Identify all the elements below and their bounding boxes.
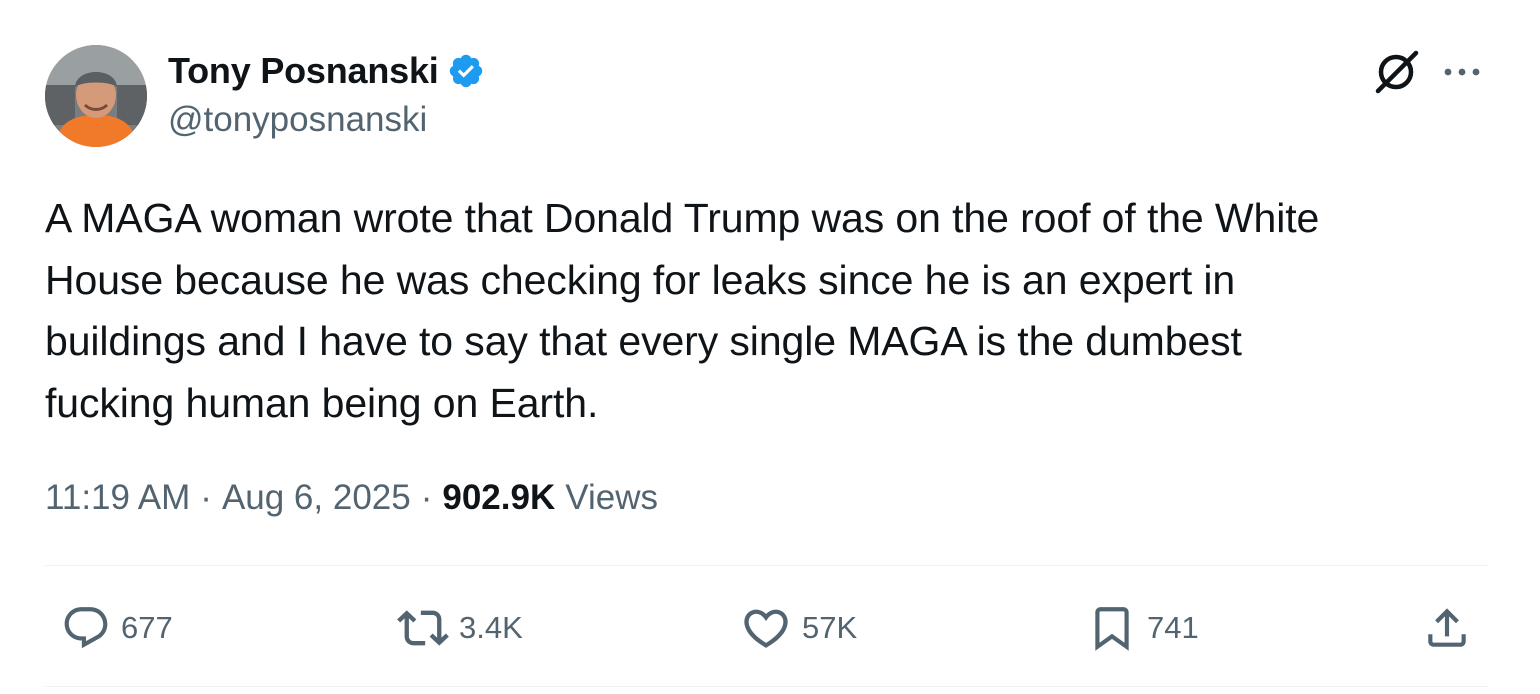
avatar[interactable] — [45, 45, 147, 147]
tweet-card: Tony Posnanski @tonyposnanski A MAGA wom… — [0, 0, 1540, 694]
reply-count: 677 — [121, 610, 173, 645]
display-name[interactable]: Tony Posnanski — [168, 50, 439, 92]
divider — [45, 686, 1488, 687]
repost-button[interactable]: 3.4K — [397, 600, 523, 656]
bookmark-count: 741 — [1147, 610, 1199, 645]
tweet-text-line: buildings and I have to say that every s… — [45, 318, 1242, 364]
bookmark-button[interactable]: 741 — [1087, 600, 1199, 656]
tweet-text-line: House because he was checking for leaks … — [45, 256, 1236, 303]
divider — [45, 565, 1488, 566]
tweet-text-line: fucking human being on Earth. — [45, 379, 599, 426]
avatar-image — [45, 45, 147, 147]
tweet-date[interactable]: Aug 6, 2025 — [222, 478, 411, 518]
views-count[interactable]: 902.9K — [442, 478, 555, 518]
more-icon[interactable] — [1438, 58, 1486, 86]
heart-icon — [740, 602, 792, 654]
views-label[interactable]: Views — [565, 478, 658, 518]
author-handle[interactable]: @tonyposnanski — [168, 100, 427, 140]
tweet-time[interactable]: 11:19 AM — [45, 478, 190, 518]
share-button[interactable] — [1422, 600, 1472, 656]
tweet-meta: 11:19 AM · Aug 6, 2025 · 902.9K Views — [45, 475, 658, 521]
reply-icon — [61, 603, 111, 653]
tweet-text: A MAGA woman wrote that Donald Trump was… — [45, 188, 1485, 434]
meta-separator: · — [420, 478, 433, 517]
meta-separator: · — [200, 478, 212, 517]
repost-icon — [397, 602, 449, 654]
share-icon — [1422, 603, 1472, 653]
like-button[interactable]: 57K — [740, 600, 857, 656]
tweet-text-line: A MAGA woman wrote that Donald Trump was… — [45, 195, 1320, 241]
repost-count: 3.4K — [459, 610, 523, 645]
bookmark-icon — [1087, 601, 1137, 655]
reply-button[interactable]: 677 — [61, 600, 173, 656]
verified-badge-icon[interactable] — [447, 52, 485, 90]
grok-icon[interactable] — [1372, 49, 1422, 95]
author-name-row[interactable]: Tony Posnanski — [168, 48, 485, 94]
like-count: 57K — [802, 610, 858, 645]
